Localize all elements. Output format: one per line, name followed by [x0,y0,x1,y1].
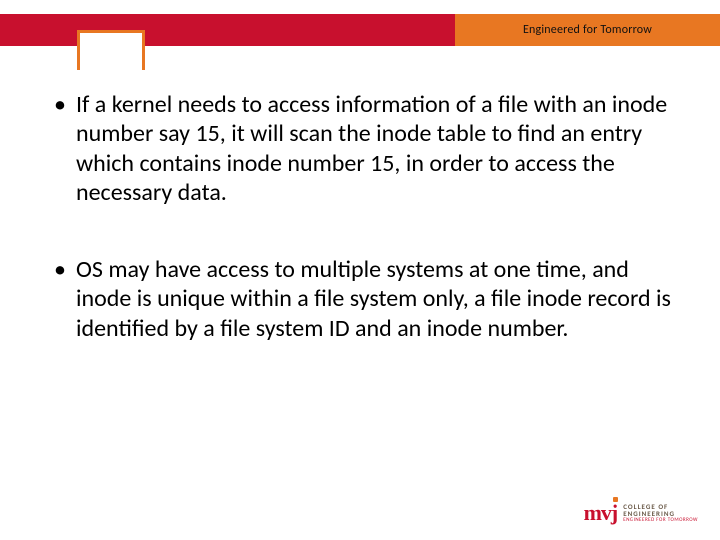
bullet-item: OS may have access to multiple systems a… [50,255,680,343]
content-area: If a kernel needs to access information … [50,90,680,391]
header-tagline: Engineered for Tomorrow [455,14,720,46]
logo-line2: ENGINEERING [623,510,698,517]
logo-text-block: COLLEGE OF ENGINEERING ENGINEERED FOR TO… [623,503,698,523]
bullet-item: If a kernel needs to access information … [50,90,680,207]
header-notch-inner [80,33,142,70]
footer-logo: mvj COLLEGE OF ENGINEERING ENGINEERED FO… [584,500,698,526]
logo-line3: ENGINEERED FOR TOMORROW [623,518,698,523]
slide: Engineered for Tomorrow If a kernel need… [0,0,720,540]
bullet-list: If a kernel needs to access information … [50,90,680,343]
logo-mark-icon: mvj [584,500,618,526]
logo-mark-j: j [611,500,617,526]
header-band-red [0,14,455,46]
logo-mark-text: mv [584,500,611,525]
